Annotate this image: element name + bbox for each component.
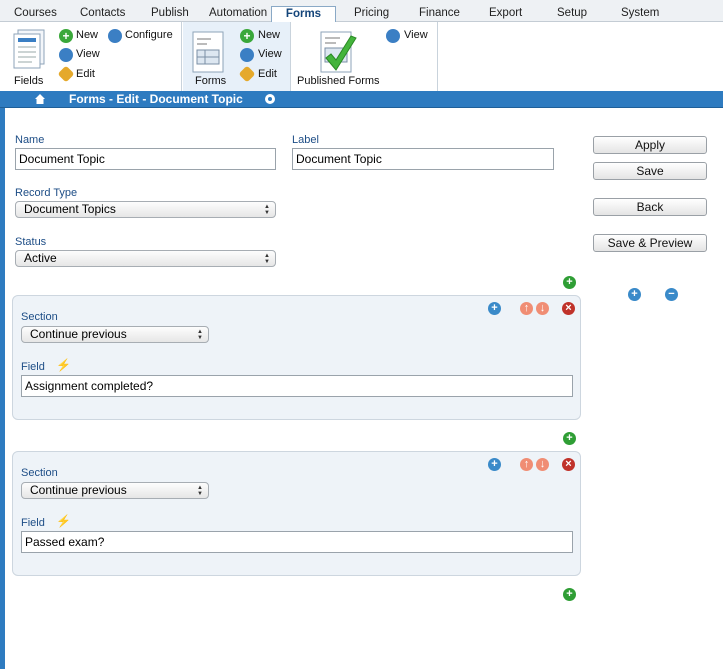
section-select[interactable]: Continue previous ▲ ▼ bbox=[21, 482, 209, 499]
save-preview-button[interactable]: Save & Preview bbox=[593, 234, 707, 252]
status-value: Active bbox=[24, 251, 57, 265]
move-down-icon[interactable]: ↓ bbox=[536, 458, 549, 471]
status-label: Status bbox=[15, 236, 47, 248]
add-section-icon[interactable]: + bbox=[563, 276, 576, 289]
forms-edit-link[interactable]: Edit bbox=[258, 68, 277, 80]
home-icon[interactable] bbox=[34, 93, 46, 105]
page-title: Forms - Edit - Document Topic bbox=[69, 92, 243, 106]
ribbon: Fields + New Configure View Edit Forms +… bbox=[0, 22, 723, 91]
move-up-icon[interactable]: ↑ bbox=[520, 302, 533, 315]
add-section-icon[interactable]: + bbox=[563, 588, 576, 601]
gear-icon[interactable] bbox=[264, 93, 276, 105]
record-type-select[interactable]: Document Topics ▲ ▼ bbox=[15, 201, 276, 218]
status-select[interactable]: Active ▲ ▼ bbox=[15, 250, 276, 267]
record-type-value: Document Topics bbox=[24, 202, 116, 216]
tab-courses[interactable]: Courses bbox=[14, 7, 57, 19]
form-section-1: + ↑ ↓ × Section Continue previous ▲ ▼ Fie… bbox=[12, 295, 581, 420]
move-down-icon[interactable]: ↓ bbox=[536, 302, 549, 315]
ribbon-group-forms: Forms + New View Edit bbox=[183, 22, 291, 91]
form-document-icon[interactable] bbox=[191, 30, 227, 74]
fields-configure-link[interactable]: Configure bbox=[125, 29, 173, 41]
chevron-updown-icon: ▲ ▼ bbox=[264, 204, 270, 216]
lightning-icon[interactable]: ⚡ bbox=[56, 514, 71, 528]
add-icon[interactable]: + bbox=[628, 288, 641, 301]
tab-contacts[interactable]: Contacts bbox=[80, 7, 125, 19]
fields-new-link[interactable]: New bbox=[76, 29, 98, 41]
chevron-updown-icon: ▲ ▼ bbox=[197, 329, 203, 341]
section-label: Section bbox=[21, 311, 58, 323]
gear-icon[interactable] bbox=[108, 29, 122, 43]
fields-label[interactable]: Fields bbox=[14, 75, 43, 87]
section-label: Section bbox=[21, 467, 58, 479]
left-accent-bar bbox=[0, 108, 5, 669]
remove-icon[interactable]: − bbox=[665, 288, 678, 301]
pencil-icon[interactable] bbox=[57, 65, 75, 83]
field-label: Field bbox=[21, 517, 45, 529]
forms-view-link[interactable]: View bbox=[258, 48, 282, 60]
tab-pricing[interactable]: Pricing bbox=[354, 7, 389, 19]
label-input[interactable] bbox=[292, 148, 554, 170]
section-value: Continue previous bbox=[30, 483, 127, 497]
view-icon[interactable] bbox=[240, 48, 254, 62]
header-bar: Forms - Edit - Document Topic bbox=[0, 91, 723, 108]
tab-finance[interactable]: Finance bbox=[419, 7, 460, 19]
apply-button[interactable]: Apply bbox=[593, 136, 707, 154]
add-icon[interactable]: + bbox=[488, 302, 501, 315]
delete-icon[interactable]: × bbox=[562, 302, 575, 315]
add-icon[interactable]: + bbox=[488, 458, 501, 471]
view-icon[interactable] bbox=[386, 29, 400, 43]
view-icon[interactable] bbox=[59, 48, 73, 62]
field-input[interactable] bbox=[21, 375, 573, 397]
tab-forms[interactable]: Forms bbox=[271, 6, 336, 22]
ribbon-group-fields: Fields + New Configure View Edit bbox=[0, 22, 182, 91]
pencil-icon[interactable] bbox=[238, 65, 256, 83]
field-input[interactable] bbox=[21, 531, 573, 553]
add-section-icon[interactable]: + bbox=[563, 432, 576, 445]
document-stack-icon[interactable] bbox=[10, 28, 48, 72]
checkmark-document-icon[interactable] bbox=[318, 28, 358, 76]
delete-icon[interactable]: × bbox=[562, 458, 575, 471]
section-select[interactable]: Continue previous ▲ ▼ bbox=[21, 326, 209, 343]
tab-setup[interactable]: Setup bbox=[557, 7, 587, 19]
chevron-updown-icon: ▲ ▼ bbox=[197, 485, 203, 497]
chevron-updown-icon: ▲ ▼ bbox=[264, 253, 270, 265]
tab-publish[interactable]: Publish bbox=[151, 7, 189, 19]
top-nav: Courses Contacts Publish Automation Form… bbox=[0, 0, 723, 22]
name-input[interactable] bbox=[15, 148, 276, 170]
name-label: Name bbox=[15, 134, 45, 146]
field-label: Field bbox=[21, 361, 45, 373]
tab-automation[interactable]: Automation bbox=[209, 7, 267, 19]
save-button[interactable]: Save bbox=[593, 162, 707, 180]
add-icon[interactable]: + bbox=[59, 29, 73, 43]
back-button[interactable]: Back bbox=[593, 198, 707, 216]
fields-view-link[interactable]: View bbox=[76, 48, 100, 60]
tab-export[interactable]: Export bbox=[489, 7, 522, 19]
fields-edit-link[interactable]: Edit bbox=[76, 68, 95, 80]
ribbon-group-published: Published Forms View bbox=[292, 22, 438, 91]
forms-label[interactable]: Forms bbox=[195, 75, 226, 87]
add-icon[interactable]: + bbox=[240, 29, 254, 43]
record-type-label: Record Type bbox=[15, 187, 78, 199]
published-view-link[interactable]: View bbox=[404, 29, 428, 41]
tab-system[interactable]: System bbox=[621, 7, 659, 19]
move-up-icon[interactable]: ↑ bbox=[520, 458, 533, 471]
forms-new-link[interactable]: New bbox=[258, 29, 280, 41]
label-label: Label bbox=[292, 134, 319, 146]
form-section-2: + ↑ ↓ × Section Continue previous ▲ ▼ Fie… bbox=[12, 451, 581, 576]
published-forms-label[interactable]: Published Forms bbox=[297, 75, 380, 87]
lightning-icon[interactable]: ⚡ bbox=[56, 358, 71, 372]
section-value: Continue previous bbox=[30, 327, 127, 341]
